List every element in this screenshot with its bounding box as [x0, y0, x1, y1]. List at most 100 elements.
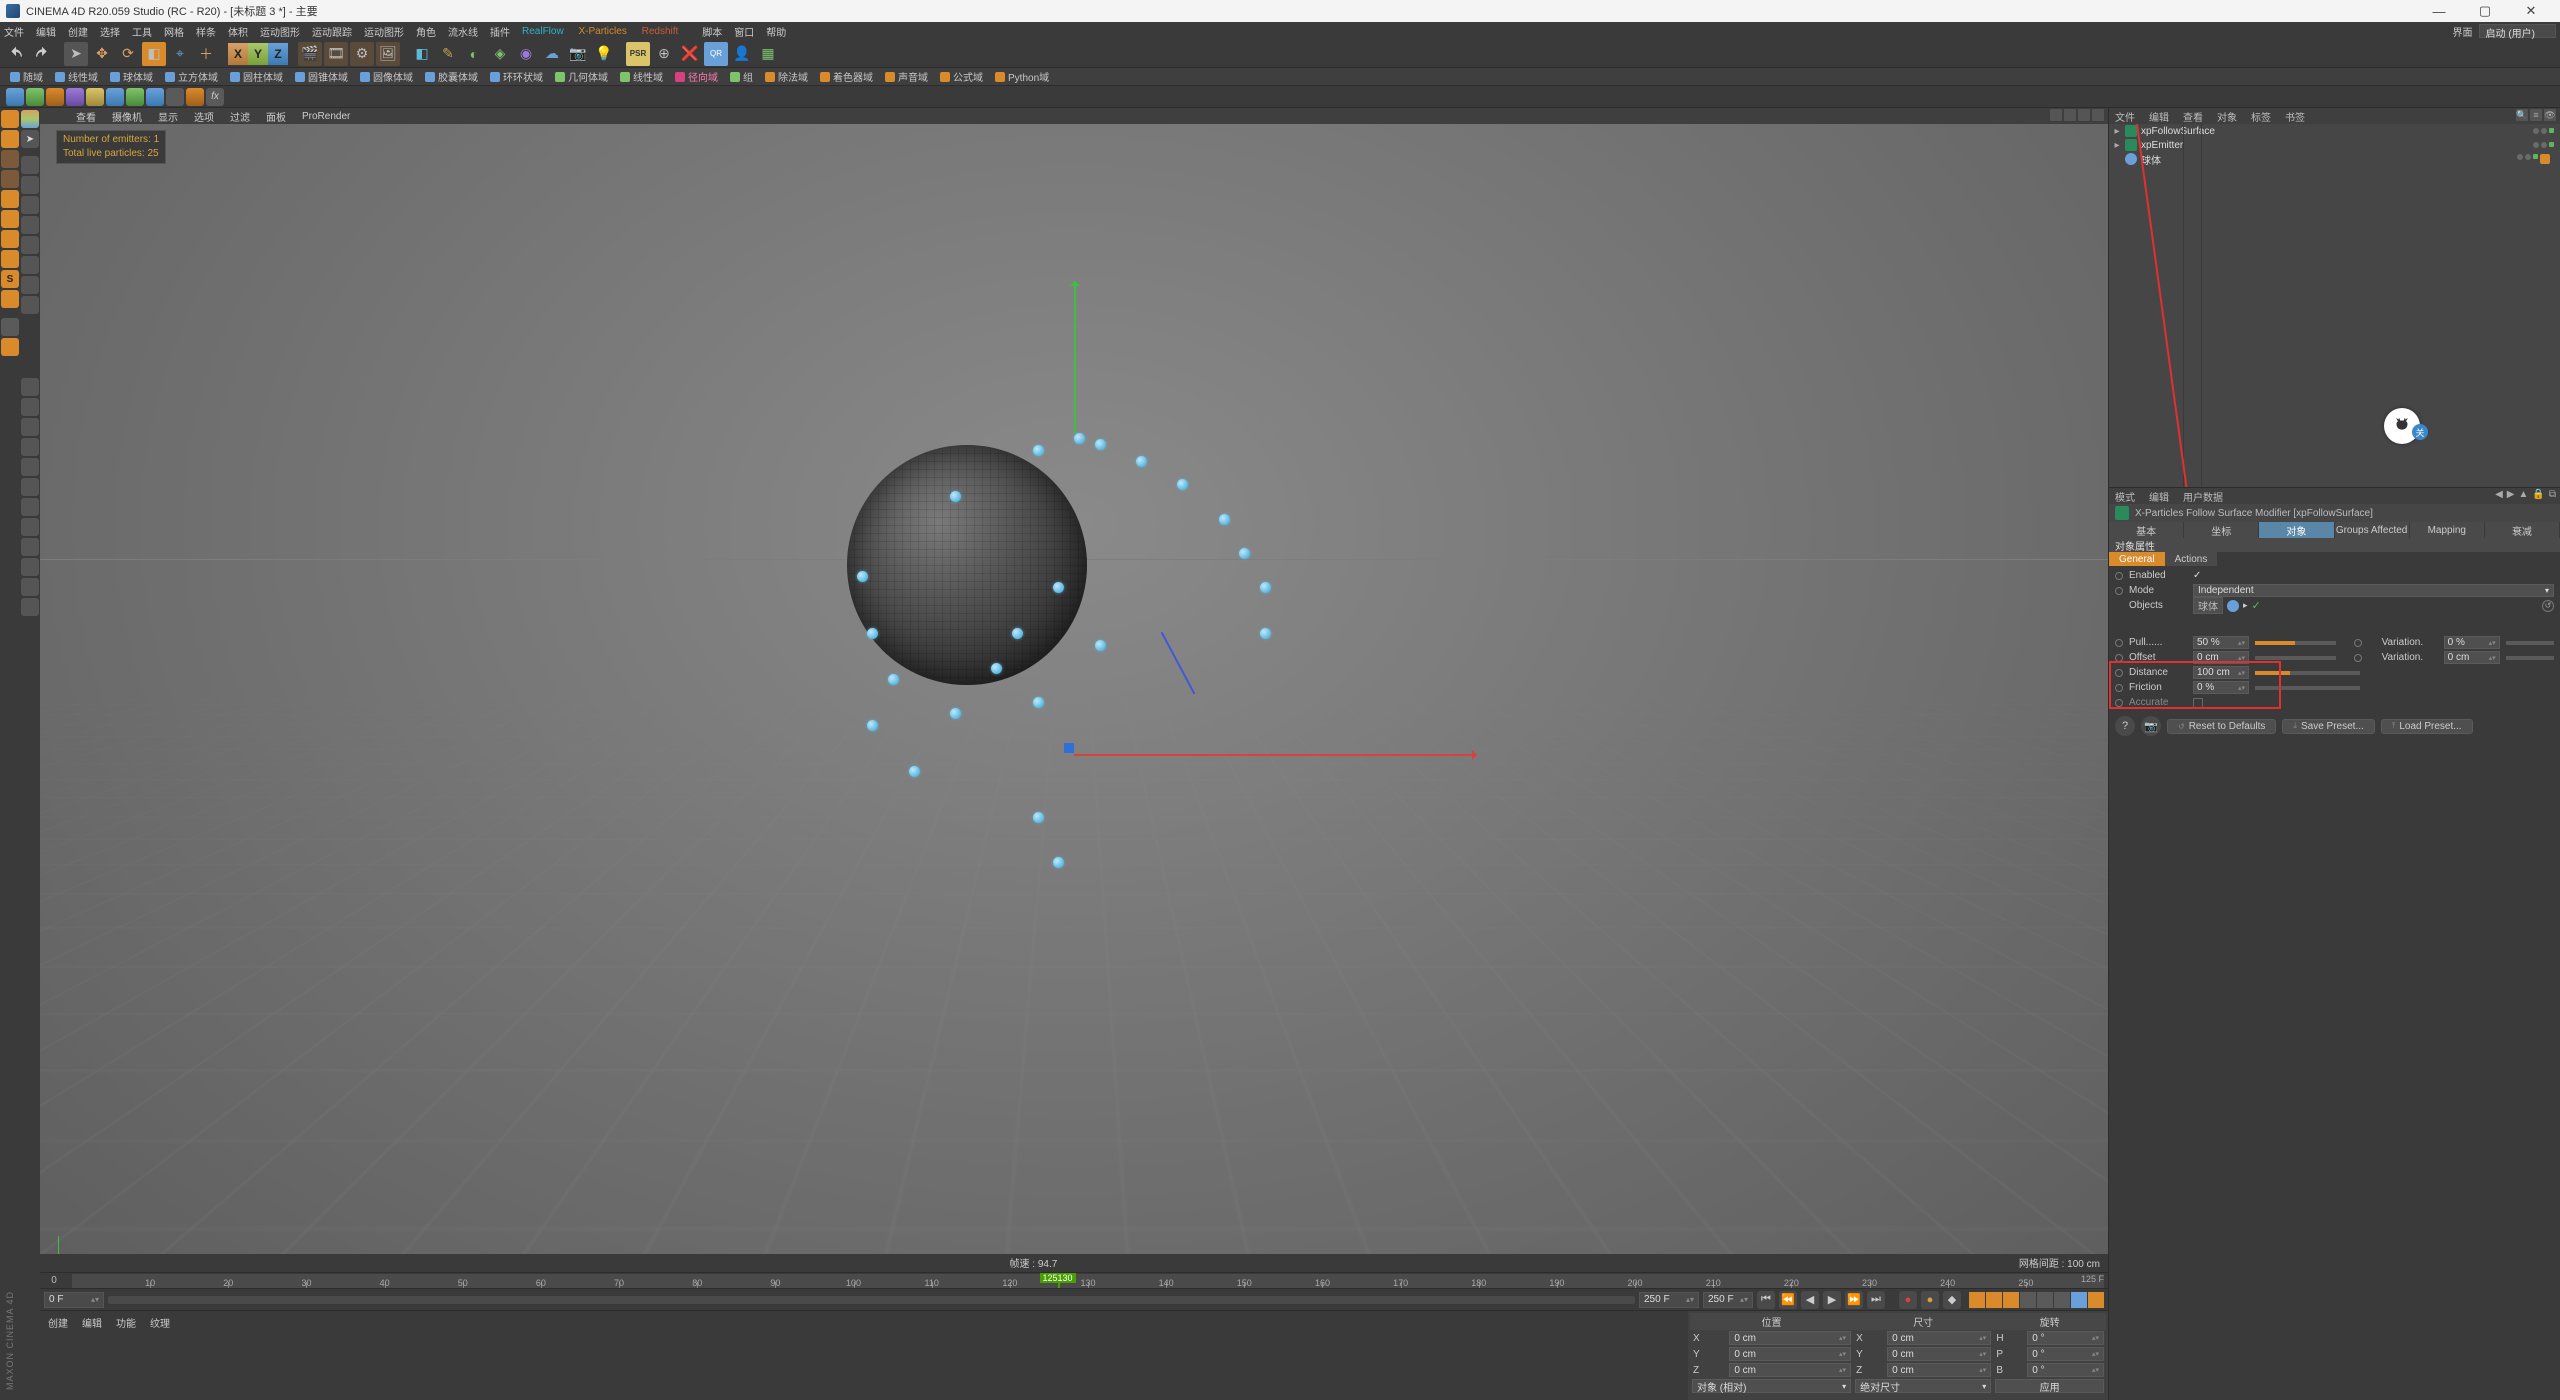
am-lock-icon[interactable]: 🔒 [2532, 489, 2544, 500]
keyframe-button[interactable]: ◆ [1943, 1291, 1961, 1309]
render-view-button[interactable]: 🎬 [298, 42, 322, 66]
maximize-button[interactable]: ▢ [2462, 0, 2508, 22]
offset-slider[interactable] [2255, 656, 2336, 660]
workplane-icon[interactable] [1, 290, 19, 308]
help-icon[interactable]: ? [2115, 716, 2135, 736]
field-button[interactable]: 几何体域 [551, 69, 612, 84]
size-y-field[interactable]: 0 cm▴▾ [1887, 1347, 1991, 1361]
om-menu-item[interactable]: 编辑 [2149, 109, 2169, 124]
picture-viewer-button[interactable]: 🖼 [376, 42, 400, 66]
enabled-checkbox[interactable]: ✓ [2193, 570, 2205, 581]
coord-apply-button[interactable]: 应用 [1995, 1379, 2104, 1393]
attr-tab-falloff[interactable]: 衰减 [2485, 522, 2560, 538]
left-tool[interactable] [21, 598, 39, 616]
tweak-mode-icon[interactable] [1, 230, 19, 248]
timeline[interactable]: 0 125130 1020304050607080901001101201301… [40, 1272, 2108, 1288]
axis-x-toggle[interactable]: X [228, 43, 248, 65]
field-button[interactable]: 公式域 [936, 69, 987, 84]
rot-p-field[interactable]: 0 °▴▾ [2027, 1347, 2104, 1361]
field-button[interactable]: 随域 [6, 69, 47, 84]
om-search-icon[interactable]: 🔍 [2516, 109, 2528, 121]
gizmo-x-axis[interactable] [1074, 754, 1474, 756]
reset-defaults-button[interactable]: ↺Reset to Defaults [2167, 719, 2276, 734]
field-button[interactable]: 圆锥体域 [291, 69, 352, 84]
attr-tab-object[interactable]: 对象 [2259, 522, 2334, 538]
menu-item[interactable]: 创建 [68, 24, 88, 39]
menu-item[interactable]: 窗口 [734, 24, 754, 39]
menu-item[interactable]: 选择 [100, 24, 120, 39]
menu-item[interactable]: 插件 [490, 24, 510, 39]
key-filter[interactable] [2088, 1292, 2104, 1308]
vp-menu-item[interactable]: 查看 [76, 109, 96, 124]
bottom-tab[interactable]: 编辑 [82, 1315, 102, 1396]
menu-item[interactable]: 样条 [196, 24, 216, 39]
am-menu-item[interactable]: 模式 [2115, 489, 2135, 504]
key-filter[interactable] [2054, 1292, 2070, 1308]
mini-tool[interactable] [186, 88, 204, 106]
size-z-field[interactable]: 0 cm▴▾ [1887, 1363, 1991, 1377]
left-tool[interactable] [21, 418, 39, 436]
timeline-track[interactable]: 125130 102030405060708090100110120130140… [72, 1274, 2104, 1288]
play-back-button[interactable]: ◀ [1801, 1291, 1819, 1309]
field-button[interactable]: 环环状域 [486, 69, 547, 84]
qr-icon[interactable]: QR [704, 42, 728, 66]
attr-tab-basic[interactable]: 基本 [2109, 522, 2184, 538]
field-button[interactable]: 胶囊体域 [421, 69, 482, 84]
menu-item[interactable]: 运动跟踪 [312, 24, 352, 39]
mini-tool[interactable] [146, 88, 164, 106]
rot-h-field[interactable]: 0 °▴▾ [2027, 1331, 2104, 1345]
camera-icon[interactable]: 📷 [2141, 716, 2161, 736]
key-filter[interactable] [2020, 1292, 2036, 1308]
mini-tool[interactable] [126, 88, 144, 106]
left-tool[interactable] [21, 296, 39, 314]
key-filter[interactable] [2071, 1292, 2087, 1308]
bottom-tab[interactable]: 纹理 [150, 1315, 170, 1396]
am-nav-back-icon[interactable]: ◀ [2495, 489, 2503, 500]
axis-mode-icon[interactable] [1, 250, 19, 268]
menu-redshift[interactable]: Redshift [642, 26, 679, 37]
left-tool[interactable] [21, 538, 39, 556]
texture-mode-icon[interactable] [1, 210, 19, 228]
menu-item[interactable]: 角色 [416, 24, 436, 39]
menu-item[interactable]: 脚本 [702, 24, 722, 39]
select-tool-button[interactable]: ➤ [64, 42, 88, 66]
mini-tool[interactable] [86, 88, 104, 106]
menu-item[interactable]: 编辑 [36, 24, 56, 39]
menu-item[interactable]: 文件 [4, 24, 24, 39]
psr-button[interactable]: PSR [626, 42, 650, 66]
field-button[interactable]: 线性域 [51, 69, 102, 84]
field-button[interactable]: 圆柱体域 [226, 69, 287, 84]
field-button[interactable]: ◉ [514, 42, 538, 66]
axis-widget-icon[interactable] [21, 110, 39, 128]
left-tool[interactable] [21, 478, 39, 496]
size-x-field[interactable]: 0 cm▴▾ [1887, 1331, 1991, 1345]
menu-realflow[interactable]: RealFlow [522, 26, 564, 37]
pull-variation-field[interactable]: 0 %▴▾ [2444, 636, 2500, 649]
snapping-icon[interactable]: S [1, 270, 19, 288]
coord-mode-select[interactable]: 对象 (相对)▾ [1692, 1379, 1851, 1393]
gizmo-center-icon[interactable] [1064, 743, 1074, 753]
viewport-nav-icon[interactable] [2050, 109, 2062, 121]
left-tool[interactable] [21, 578, 39, 596]
generator-button[interactable]: ◐ [462, 42, 486, 66]
point-mode-icon[interactable] [1, 150, 19, 168]
key-filter[interactable] [1969, 1292, 1985, 1308]
left-tool[interactable] [21, 236, 39, 254]
om-menu-item[interactable]: 对象 [2217, 109, 2237, 124]
field-button[interactable]: 球体域 [106, 69, 157, 84]
next-key-button[interactable]: ⏩ [1845, 1291, 1863, 1309]
range-end-field[interactable]: 250 F▴▾ [1639, 1292, 1699, 1308]
object-link-field[interactable]: 球体 ▸ ✓ [2193, 597, 2261, 614]
distance-slider[interactable] [2255, 671, 2360, 675]
model-mode-icon[interactable] [1, 110, 19, 128]
pos-z-field[interactable]: 0 cm▴▾ [1729, 1363, 1851, 1377]
mini-tool[interactable] [166, 88, 184, 106]
vp-menu-item[interactable]: 面板 [266, 109, 286, 124]
undo-button[interactable] [4, 42, 28, 66]
render-settings-button[interactable]: ⚙ [350, 42, 374, 66]
om-menu-item[interactable]: 文件 [2115, 109, 2135, 124]
mini-tool[interactable] [66, 88, 84, 106]
vp-menu-item[interactable]: ProRender [302, 111, 350, 122]
left-tool[interactable] [21, 518, 39, 536]
left-tool[interactable] [21, 398, 39, 416]
